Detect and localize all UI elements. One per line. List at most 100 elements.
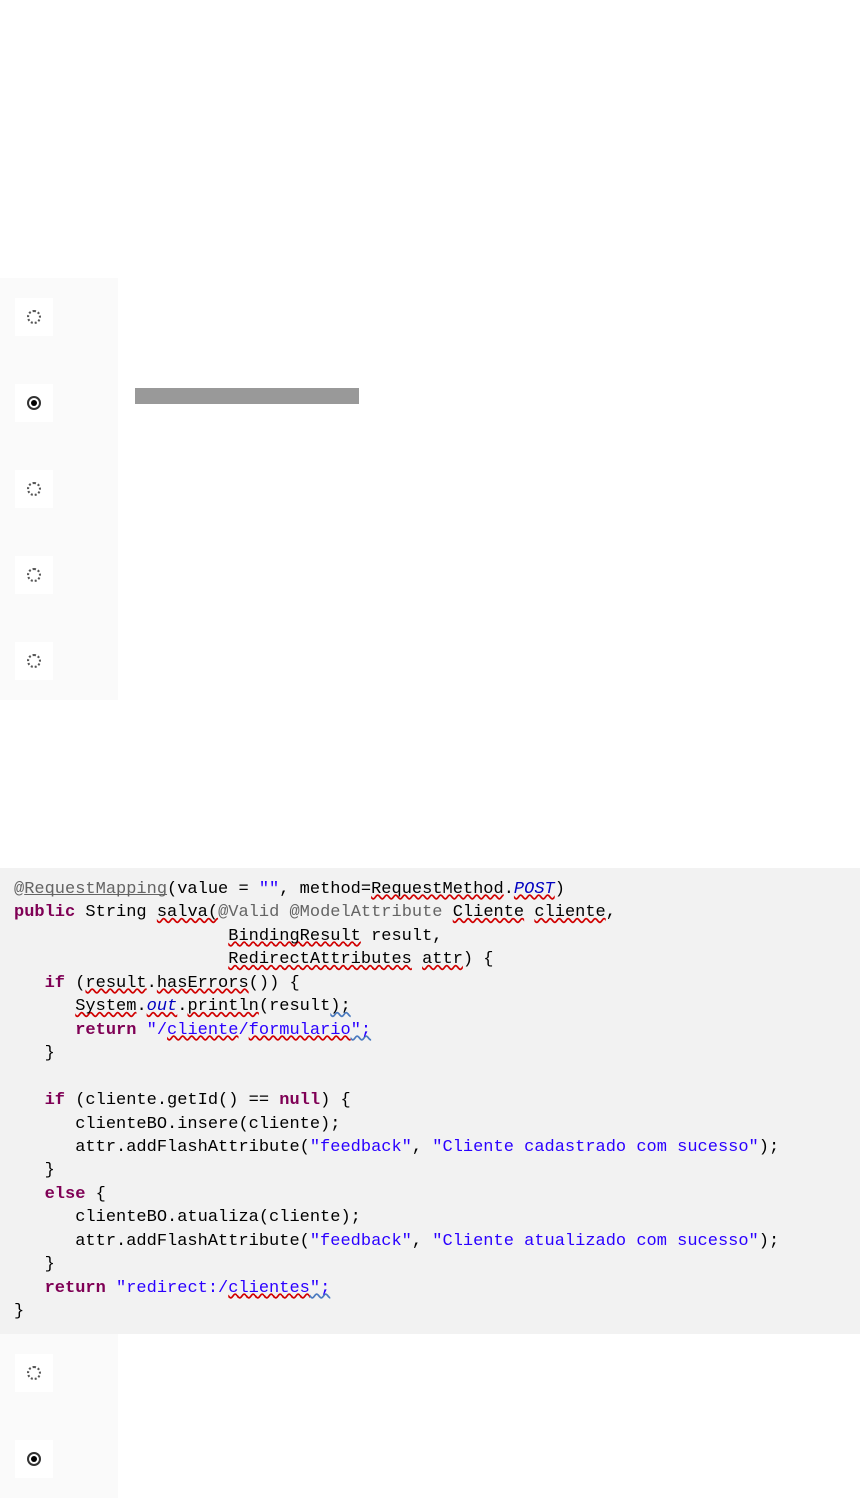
code-indent <box>14 1208 75 1227</box>
keyword-null: null <box>279 1091 320 1110</box>
code-text: . <box>504 880 514 899</box>
code-brace: } <box>45 1044 55 1063</box>
code-text: . <box>147 974 157 993</box>
code-text: (cliente.getId() == <box>65 1091 279 1110</box>
code-text: (result <box>259 997 330 1016</box>
code-text: clienteBO.atualiza(cliente); <box>75 1208 361 1227</box>
radio-row-b2 <box>15 1440 103 1478</box>
type-bindingresult: BindingResult <box>228 927 361 946</box>
code-text <box>106 1279 116 1298</box>
type-cliente: Cliente <box>453 903 524 922</box>
radio-row-4 <box>15 556 103 594</box>
keyword-if: if <box>45 974 65 993</box>
radio-row-2 <box>15 384 103 422</box>
requestmethod: RequestMethod <box>371 880 504 899</box>
code-indent <box>14 927 228 946</box>
string-cliente: cliente <box>167 1021 238 1040</box>
string-clientes: clientes <box>228 1279 310 1298</box>
code-text: clienteBO.insere(cliente); <box>75 1115 340 1134</box>
radio-panel-top <box>0 278 118 700</box>
radio-icon-checked <box>27 396 41 410</box>
code-text: ) <box>555 880 565 899</box>
radio-icon <box>27 568 41 582</box>
field-out: out <box>147 997 178 1016</box>
radio-dot <box>31 400 37 406</box>
string-msg-update: "Cliente atualizado com sucesso" <box>432 1232 758 1251</box>
code-indent <box>14 997 75 1016</box>
code-indent <box>14 1115 75 1134</box>
code-indent <box>14 1232 75 1251</box>
code-text: , method= <box>279 880 371 899</box>
keyword-else: else <box>45 1185 86 1204</box>
radio-row-3 <box>15 470 103 508</box>
annotation-modelattribute: @ModelAttribute <box>289 903 442 922</box>
string-msg-insert: "Cliente cadastrado com sucesso" <box>432 1138 758 1157</box>
code-text: , <box>412 1138 432 1157</box>
radio-dot <box>31 1456 37 1462</box>
keyword-return: return <box>45 1279 106 1298</box>
code-indent <box>14 1161 45 1180</box>
annotation-valid: @Valid <box>218 903 279 922</box>
code-snippet: @RequestMapping(value = "", method=Reque… <box>0 868 860 1334</box>
code-text <box>136 1021 146 1040</box>
top-space <box>0 0 860 278</box>
code-text: ); <box>759 1138 779 1157</box>
string-formulario: formulario <box>249 1021 351 1040</box>
code-text: , <box>412 1232 432 1251</box>
radio-icon <box>27 654 41 668</box>
class-system: System <box>75 997 136 1016</box>
code-text: ()) { <box>249 974 300 993</box>
var-cliente: cliente <box>534 903 605 922</box>
code-text: result, <box>361 927 443 946</box>
radio-icon <box>27 482 41 496</box>
method-println: println <box>187 997 258 1016</box>
code-text <box>412 950 422 969</box>
code-text: { <box>85 1185 105 1204</box>
radio-option-3[interactable] <box>15 470 53 508</box>
var-attr: attr <box>422 950 463 969</box>
text-highlight <box>135 388 359 404</box>
code-text: attr.addFlashAttribute( <box>75 1138 310 1157</box>
code-text: (value = <box>167 880 259 899</box>
code-indent <box>14 1255 45 1274</box>
code-brace: } <box>14 1302 24 1321</box>
string-literal: "/ <box>147 1021 167 1040</box>
method-salva: salva( <box>157 903 218 922</box>
code-indent <box>14 1138 75 1157</box>
radio-panel-bottom <box>0 1334 118 1498</box>
code-indent <box>14 974 45 993</box>
radio-option-1[interactable] <box>15 298 53 336</box>
radio-option-4[interactable] <box>15 556 53 594</box>
string-feedback: "feedback" <box>310 1232 412 1251</box>
code-indent <box>14 950 228 969</box>
radio-icon <box>27 1366 41 1380</box>
code-text <box>524 903 534 922</box>
code-indent <box>14 1091 45 1110</box>
code-text <box>279 903 289 922</box>
radio-option-b2[interactable] <box>15 1440 53 1478</box>
annotation-at: @ <box>14 880 24 899</box>
code-text: . <box>136 997 146 1016</box>
code-indent <box>14 1044 45 1063</box>
code-text: String <box>75 903 157 922</box>
keyword-public: public <box>14 903 75 922</box>
radio-row-5 <box>15 642 103 680</box>
radio-option-2[interactable] <box>15 384 53 422</box>
code-indent <box>14 1021 75 1040</box>
code-text: attr.addFlashAttribute( <box>75 1232 310 1251</box>
string-literal: "; <box>351 1021 371 1040</box>
radio-row-b1 <box>15 1354 103 1392</box>
code-brace: } <box>45 1255 55 1274</box>
post-constant: POST <box>514 880 555 899</box>
radio-option-b1[interactable] <box>15 1354 53 1392</box>
string-literal: / <box>238 1021 248 1040</box>
type-redirectattributes: RedirectAttributes <box>228 950 412 969</box>
radio-icon <box>27 310 41 324</box>
code-text: ); <box>330 997 350 1016</box>
radio-option-5[interactable] <box>15 642 53 680</box>
keyword-return: return <box>75 1021 136 1040</box>
keyword-if: if <box>45 1091 65 1110</box>
radio-row-1 <box>15 298 103 336</box>
code-text: ); <box>759 1232 779 1251</box>
string-literal: "; <box>310 1279 330 1298</box>
